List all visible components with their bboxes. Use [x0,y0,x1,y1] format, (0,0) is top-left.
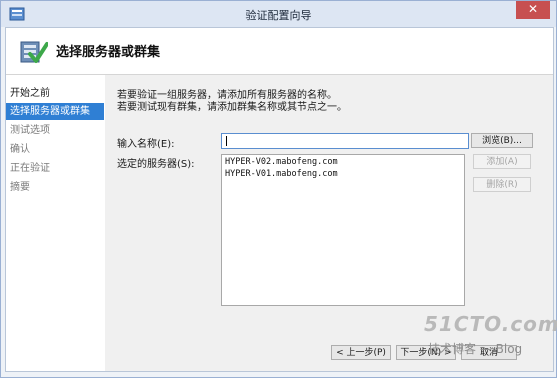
wizard-check-icon [20,41,48,63]
nav-step-select-servers[interactable]: 选择服务器或群集 [6,103,104,120]
list-item[interactable]: HYPER-V02.mabofeng.com [225,157,338,167]
watermark-blog: 技术博客 — Blog [428,342,523,356]
nav-step-before-you-begin[interactable]: 开始之前 [6,85,104,102]
selected-servers-list[interactable]: HYPER-V02.mabofeng.com HYPER-V01.mabofen… [221,154,465,306]
remove-button[interactable]: 删除(R) [473,177,531,192]
selected-servers-label: 选定的服务器(S): [117,159,195,170]
page-header: 选择服务器或群集 [6,28,553,75]
window-title: 验证配置向导 [245,9,312,22]
nav-step-summary: 摘要 [10,182,30,193]
wizard-steps-nav: 开始之前 选择服务器或群集 测试选项 确认 正在验证 摘要 [6,75,104,371]
watermark-site: 51CTO.com [424,312,557,336]
name-label: 输入名称(E): [117,139,175,150]
watermark: 51CTO.com 技术博客 — Blog [420,312,557,374]
text-cursor [226,136,227,146]
title-bar[interactable]: 验证配置向导 ✕ [1,1,556,27]
add-button[interactable]: 添加(A) [473,154,531,169]
nav-step-validating: 正在验证 [10,163,50,174]
browse-button[interactable]: 浏览(B)... [471,133,533,148]
nav-step-testing-options: 测试选项 [10,125,50,136]
page-title: 选择服务器或群集 [56,45,161,60]
back-button[interactable]: < 上一步(P) [331,345,391,360]
nav-step-confirmation: 确认 [10,144,30,155]
close-button[interactable]: ✕ [516,1,550,19]
list-item[interactable]: HYPER-V01.mabofeng.com [225,169,338,179]
description-line-2: 若要测试现有群集，请添加群集名称或其节点之一。 [117,102,347,113]
server-name-input[interactable] [221,133,469,149]
